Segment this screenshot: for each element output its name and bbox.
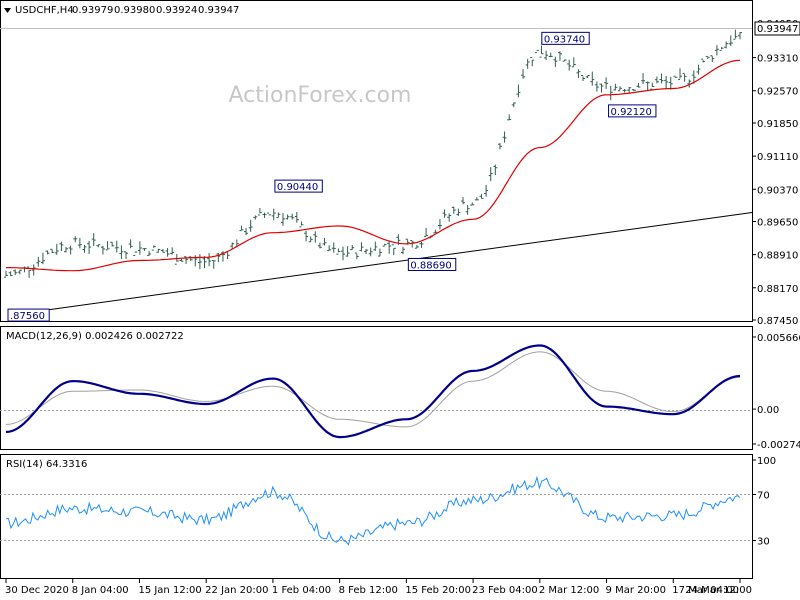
- rsi-title: RSI(14) 64.3316: [6, 459, 87, 470]
- price-y-tick: 0.93310: [752, 54, 798, 65]
- svg-text:0.87450: 0.87450: [757, 316, 798, 327]
- svg-text:0.93740: 0.93740: [544, 34, 585, 45]
- macd-y-tick: 0.00: [752, 405, 779, 416]
- svg-text:15 Feb 20:00: 15 Feb 20:00: [405, 585, 471, 596]
- svg-text:0.88690: 0.88690: [410, 260, 451, 271]
- svg-text:70: 70: [757, 491, 770, 502]
- svg-text:0.88170: 0.88170: [757, 284, 798, 295]
- svg-text:0.90370: 0.90370: [757, 185, 798, 196]
- svg-text:23 Feb 04:00: 23 Feb 04:00: [472, 585, 538, 596]
- svg-text:0.92120: 0.92120: [611, 107, 652, 118]
- svg-text:.87560: .87560: [10, 311, 45, 322]
- price-y-tick: 0.88170: [752, 284, 798, 295]
- svg-text:8 Feb 12:00: 8 Feb 12:00: [339, 585, 398, 596]
- svg-text:0.93947: 0.93947: [757, 24, 798, 35]
- svg-text:0.00: 0.00: [757, 405, 779, 416]
- svg-text:0.88910: 0.88910: [757, 251, 798, 262]
- chart-root: ActionForex.com USDCHF,H4 0.93979 0.9398…: [0, 0, 800, 600]
- svg-text:22 Jan 20:00: 22 Jan 20:00: [205, 585, 268, 596]
- svg-text:24 Mar 12:00: 24 Mar 12:00: [685, 585, 752, 596]
- price-y-tick: 0.87450: [752, 316, 798, 327]
- svg-text:15 Jan 12:00: 15 Jan 12:00: [138, 585, 201, 596]
- svg-text:0.91850: 0.91850: [757, 119, 798, 130]
- ohlc-high: 0.93980: [114, 5, 155, 16]
- svg-text:0.92570: 0.92570: [757, 87, 798, 98]
- price-annotation: 0.92120: [608, 104, 657, 118]
- svg-text:0.93310: 0.93310: [757, 54, 798, 65]
- price-title: USDCHF,H4: [15, 5, 74, 16]
- svg-text:30 Dec 2020: 30 Dec 2020: [5, 585, 69, 596]
- svg-text:0.90440: 0.90440: [277, 182, 318, 193]
- price-y-tick: 0.90370: [752, 185, 798, 196]
- svg-text:8 Jan 04:00: 8 Jan 04:00: [72, 585, 129, 596]
- macd-panel-frame: [0, 326, 753, 450]
- ohlc-low: 0.93924: [156, 5, 197, 16]
- macd-panel: MACD(12,26,9) 0.002426 0.002722: [0, 326, 753, 450]
- price-y-tick: 0.89650: [752, 217, 798, 228]
- svg-text:0.89650: 0.89650: [757, 217, 798, 228]
- last-price-label: 0.93947: [754, 21, 800, 36]
- ohlc-open: 0.93979: [72, 5, 113, 16]
- svg-text:0.91110: 0.91110: [757, 152, 798, 163]
- svg-text:-0.002741: -0.002741: [757, 440, 800, 451]
- price-panel: ActionForex.com USDCHF,H4 0.93979 0.9398…: [0, 0, 753, 322]
- price-y-tick: 0.88910: [752, 251, 798, 262]
- price-annotation: 0.88690: [407, 257, 457, 271]
- svg-text:2 Mar 12:00: 2 Mar 12:00: [539, 585, 599, 596]
- watermark: ActionForex.com: [229, 83, 412, 108]
- price-y-tick: 0.91850: [752, 119, 798, 130]
- macd-y-tick: -0.002741: [752, 440, 800, 451]
- price-annotation: .87560: [7, 308, 50, 322]
- rsi-panel: RSI(14) 64.3316: [0, 454, 753, 579]
- price-annotation: 0.93740: [541, 31, 590, 45]
- price-panel-frame: [0, 0, 753, 322]
- macd-title: MACD(12,26,9) 0.002426 0.002722: [6, 331, 184, 342]
- svg-text:9 Mar 20:00: 9 Mar 20:00: [606, 585, 666, 596]
- price-annotation: 0.90440: [274, 179, 323, 193]
- svg-text:1 Feb 04:00: 1 Feb 04:00: [272, 585, 331, 596]
- price-y-tick: 0.91110: [752, 152, 798, 163]
- svg-text:0.005666: 0.005666: [757, 333, 800, 344]
- svg-text:100: 100: [757, 456, 776, 467]
- ohlc-close: 0.93947: [198, 5, 239, 16]
- svg-text:30: 30: [757, 537, 770, 548]
- price-y-tick: 0.92570: [752, 87, 798, 98]
- macd-y-tick: 0.005666: [752, 333, 800, 344]
